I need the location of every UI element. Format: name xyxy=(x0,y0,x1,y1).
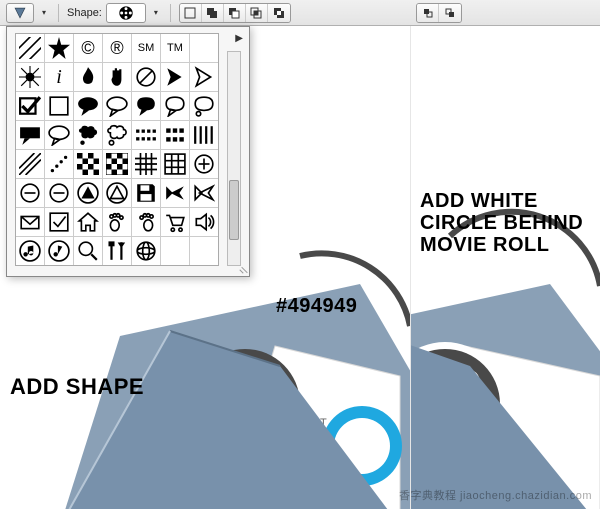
shape-hatch[interactable] xyxy=(190,121,218,149)
shape-caption-solid[interactable] xyxy=(16,121,44,149)
shape-speech-outline[interactable] xyxy=(103,92,131,120)
shape-envelope[interactable] xyxy=(16,208,44,236)
mode-add[interactable] xyxy=(202,4,224,22)
panel-divider xyxy=(410,26,411,509)
shape-speech-think-solid[interactable] xyxy=(132,92,160,120)
shape-empty xyxy=(190,237,218,265)
shape-trademark-sm[interactable]: SM xyxy=(132,34,160,62)
shape-grid: © ® SM TM i xyxy=(15,33,219,266)
shape-house[interactable] xyxy=(74,208,102,236)
shape-dots-diag[interactable] xyxy=(45,150,73,178)
custom-shape-tool-icon xyxy=(13,6,27,20)
shape-arrow-left-outline[interactable] xyxy=(190,179,218,207)
shape-copyright[interactable]: © xyxy=(74,34,102,62)
shape-trademark-tm[interactable]: TM xyxy=(161,34,189,62)
shape-arrow-solid[interactable] xyxy=(161,63,189,91)
watermark: 香字典教程 jiaocheng.chazidian.com xyxy=(399,487,592,503)
right-illustration xyxy=(410,26,600,509)
divider xyxy=(170,4,171,22)
shape-diag-lines[interactable] xyxy=(16,150,44,178)
shape-speech-solid[interactable] xyxy=(74,92,102,120)
shape-foot2[interactable] xyxy=(132,208,160,236)
shape-thought-solid[interactable] xyxy=(74,121,102,149)
shape-registered[interactable]: ® xyxy=(103,34,131,62)
shape-picker-scrollbar[interactable] xyxy=(227,51,241,266)
shape-save-disk[interactable] xyxy=(132,179,160,207)
shape-arrow-outline[interactable] xyxy=(190,63,218,91)
options-bar: ▾ Shape: ▾ xyxy=(0,0,600,26)
shape-checker[interactable] xyxy=(74,150,102,178)
mode-new-layer[interactable] xyxy=(180,4,202,22)
divider xyxy=(58,4,59,22)
shape-triangle-up[interactable] xyxy=(74,179,102,207)
mode-intersect[interactable] xyxy=(246,4,268,22)
mode-subtract[interactable] xyxy=(224,4,246,22)
shape-speech-think-outline[interactable] xyxy=(161,92,189,120)
shape-grid6[interactable] xyxy=(161,121,189,149)
shape-info-i[interactable]: i xyxy=(45,63,73,91)
shape-thought-outline[interactable] xyxy=(103,121,131,149)
shape-flame[interactable] xyxy=(74,63,102,91)
shape-globe[interactable] xyxy=(132,237,160,265)
shape-grid[interactable] xyxy=(132,150,160,178)
shape-check-outline[interactable] xyxy=(45,208,73,236)
shape-hand-stop[interactable] xyxy=(103,63,131,91)
annotation-add-shape: ADD SHAPE xyxy=(10,375,144,399)
shape-checkbox-check[interactable] xyxy=(16,92,44,120)
flyout-menu-icon[interactable]: ▶ xyxy=(235,33,243,44)
shape-empty[interactable] xyxy=(190,34,218,62)
shape-minus-circle[interactable] xyxy=(16,179,44,207)
shape-picker-panel: ▶ © ® SM TM i xyxy=(6,26,250,277)
shape-preview[interactable] xyxy=(106,3,146,23)
shape-starburst[interactable] xyxy=(45,34,73,62)
mode-exclude[interactable] xyxy=(268,4,290,22)
film-reel-icon xyxy=(118,5,134,21)
shape-grid-outline[interactable] xyxy=(161,150,189,178)
shape-foot[interactable] xyxy=(103,208,131,236)
shape-magnify[interactable] xyxy=(74,237,102,265)
align-a-button[interactable] xyxy=(417,4,439,22)
shape-speech-think2[interactable] xyxy=(190,92,218,120)
shape-triangle-up-o[interactable] xyxy=(103,179,131,207)
tool-preset-dropdown[interactable]: ▾ xyxy=(38,3,50,23)
shape-plus-circle[interactable] xyxy=(190,150,218,178)
tool-preset-picker[interactable] xyxy=(6,3,34,23)
align-group xyxy=(416,3,462,23)
shape-speaker[interactable] xyxy=(190,208,218,236)
shape-music-circle2[interactable] xyxy=(45,237,73,265)
shape-radial-burst[interactable] xyxy=(16,63,44,91)
shape-tracks[interactable] xyxy=(132,121,160,149)
shape-diag-stripes[interactable] xyxy=(16,34,44,62)
shape-dropdown[interactable]: ▾ xyxy=(150,3,162,23)
annotation-white-circle: ADD WHITE CIRCLE BEHIND MOVIE ROLL xyxy=(420,190,590,256)
shape-speech-outline2[interactable] xyxy=(45,121,73,149)
shape-label: Shape: xyxy=(67,7,102,19)
align-b-button[interactable] xyxy=(439,4,461,22)
scrollbar-thumb[interactable] xyxy=(229,180,239,240)
shape-minus-circle-o[interactable] xyxy=(45,179,73,207)
shape-arrow-left-solid[interactable] xyxy=(161,179,189,207)
annotation-hex: #494949 xyxy=(276,295,357,317)
shape-square-outline[interactable] xyxy=(45,92,73,120)
resize-grip-icon[interactable] xyxy=(237,264,247,274)
shape-checker-outline[interactable] xyxy=(103,150,131,178)
path-mode-group xyxy=(179,3,291,23)
shape-empty xyxy=(161,237,189,265)
shape-music-circle1[interactable] xyxy=(16,237,44,265)
shape-no-entry[interactable] xyxy=(132,63,160,91)
shape-hammer-screw[interactable] xyxy=(103,237,131,265)
shape-cart[interactable] xyxy=(161,208,189,236)
